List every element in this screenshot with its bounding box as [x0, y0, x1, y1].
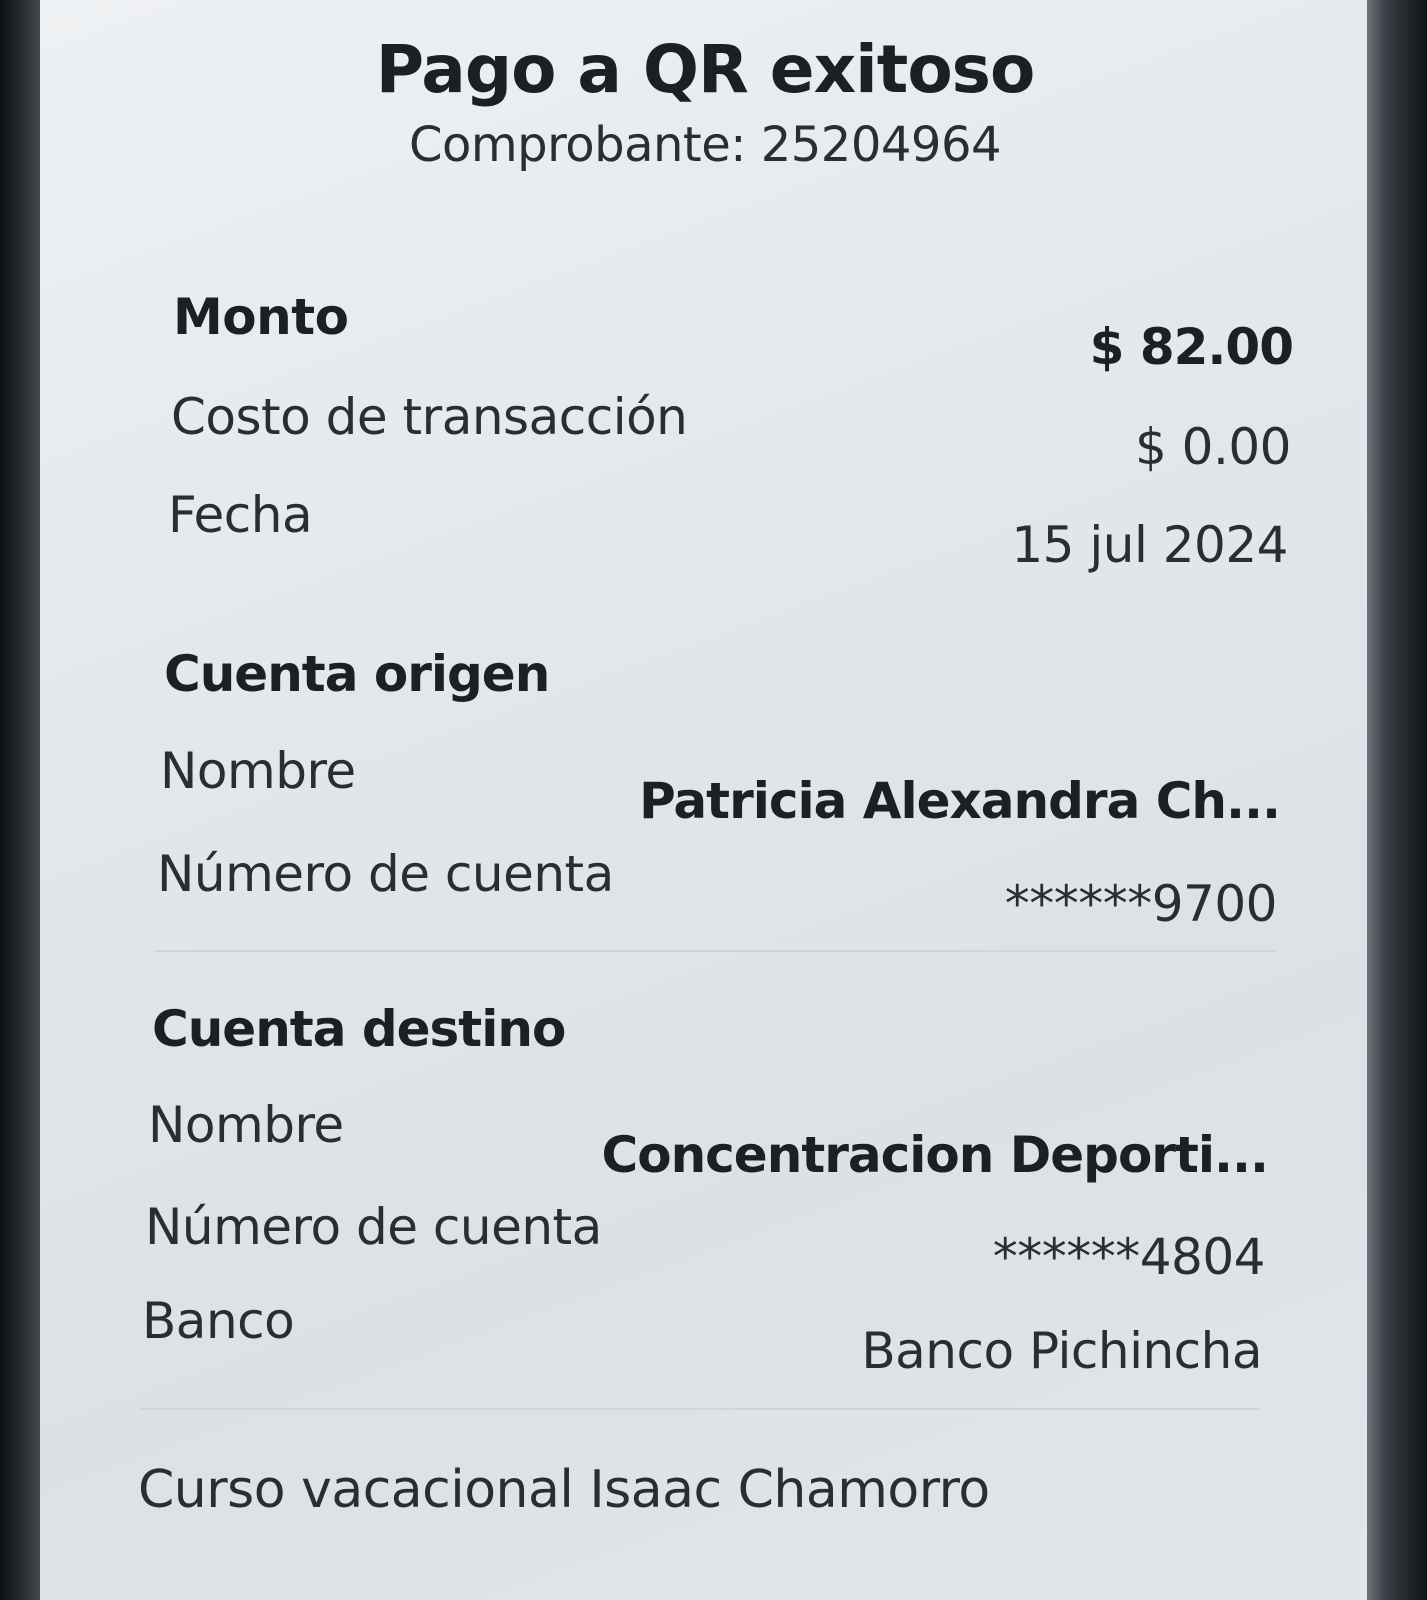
- origin-section-title: Cuenta origen: [164, 645, 550, 703]
- bank-row: Banco Banco Pichincha: [142, 1292, 1262, 1402]
- bank-label: Banco: [142, 1292, 295, 1350]
- origin-name-label: Nombre: [160, 742, 356, 800]
- destination-name-row: Nombre Concentracion Deporti...: [148, 1096, 1269, 1206]
- date-row: Fecha 15 jul 2024: [168, 486, 1288, 596]
- origin-account-value: ******9700: [1004, 875, 1278, 933]
- receipt-screen: Pago a QR exitoso Comprobante: 25204964 …: [40, 0, 1370, 1600]
- receipt-header: Pago a QR exitoso Comprobante: 25204964: [40, 30, 1370, 173]
- destination-name-label: Nombre: [148, 1096, 344, 1154]
- fee-label: Costo de transacción: [171, 388, 688, 446]
- origin-name-value: Patricia Alexandra Ch...: [639, 772, 1281, 830]
- fee-row: Costo de transacción $ 0.00: [171, 388, 1292, 498]
- destination-section-title: Cuenta destino: [152, 1000, 566, 1058]
- divider: [155, 950, 1275, 952]
- date-value: 15 jul 2024: [1011, 516, 1288, 574]
- amount-label: Monto: [173, 288, 349, 346]
- destination-account-label: Número de cuenta: [145, 1198, 602, 1256]
- payment-note: Curso vacacional Isaac Chamorro: [138, 1460, 990, 1520]
- amount-value: $ 82.00: [1089, 318, 1294, 376]
- receipt-number: Comprobante: 25204964: [408, 117, 1002, 174]
- origin-account-label: Número de cuenta: [157, 845, 614, 903]
- destination-account-value: ******4804: [992, 1228, 1266, 1286]
- amount-row: Monto $ 82.00: [173, 288, 1294, 398]
- destination-name-value: Concentracion Deporti...: [601, 1126, 1269, 1184]
- origin-account-row: Número de cuenta ******9700: [157, 845, 1278, 955]
- phone-bezel-right: [1367, 0, 1427, 1600]
- page-title: Pago a QR exitoso: [375, 31, 1036, 108]
- bank-value: Banco Pichincha: [861, 1322, 1262, 1380]
- divider: [140, 1408, 1260, 1410]
- fee-value: $ 0.00: [1134, 418, 1292, 476]
- phone-bezel-left: [0, 0, 44, 1600]
- origin-name-row: Nombre Patricia Alexandra Ch...: [160, 742, 1281, 852]
- date-label: Fecha: [168, 486, 313, 544]
